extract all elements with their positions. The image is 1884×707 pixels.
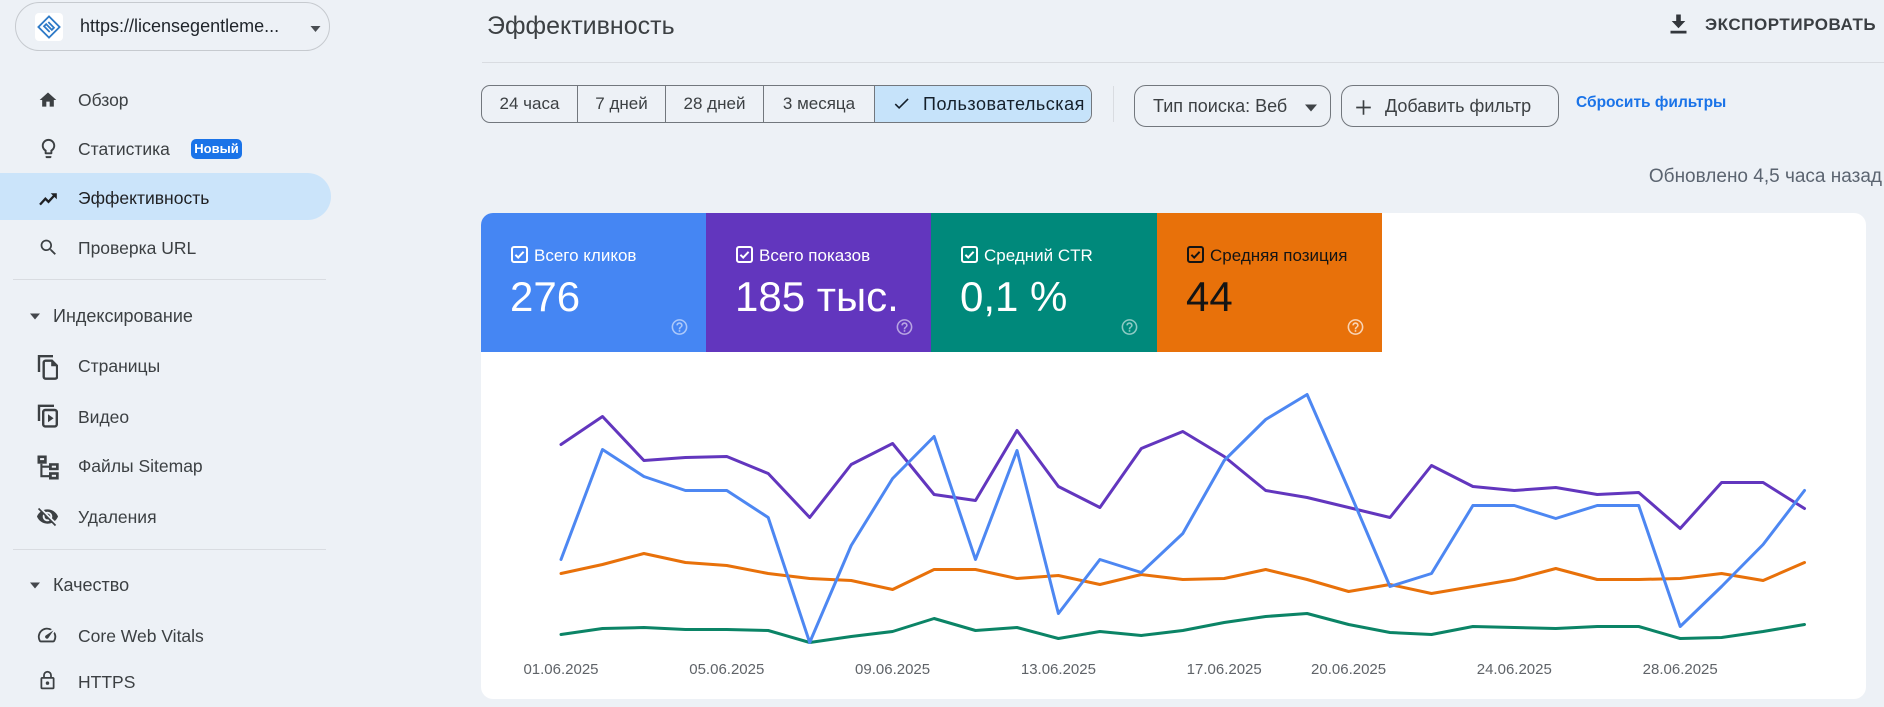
svg-text:28.06.2025: 28.06.2025	[1643, 661, 1718, 678]
svg-text:09.06.2025: 09.06.2025	[855, 661, 930, 678]
svg-text:20.06.2025: 20.06.2025	[1311, 661, 1386, 678]
svg-text:01.06.2025: 01.06.2025	[523, 661, 598, 678]
svg-text:05.06.2025: 05.06.2025	[689, 661, 764, 678]
svg-text:13.06.2025: 13.06.2025	[1021, 661, 1096, 678]
svg-text:24.06.2025: 24.06.2025	[1477, 661, 1552, 678]
svg-text:17.06.2025: 17.06.2025	[1187, 661, 1262, 678]
